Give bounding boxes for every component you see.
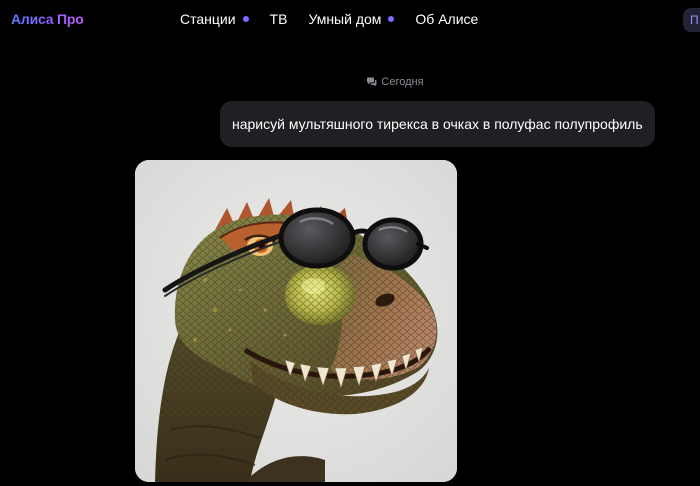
chat-bubble-icon: [367, 77, 377, 87]
nav-item-label: Об Алисе: [415, 11, 479, 27]
chat-page: Алиса Про Станции ТВ Умный дом Об Алисе …: [0, 0, 700, 486]
new-indicator-dot: [388, 16, 395, 22]
logo[interactable]: Алиса Про: [11, 11, 84, 27]
nav-item-label: ТВ: [269, 11, 288, 27]
nav-item-stations[interactable]: Станции: [180, 11, 249, 27]
date-label: Сегодня: [381, 76, 424, 88]
header-action-button[interactable]: П: [683, 8, 700, 32]
new-indicator-dot: [242, 16, 249, 22]
nav-item-label: Умный дом: [308, 11, 382, 27]
nav-item-label: Станции: [180, 11, 236, 27]
nav-item-tv[interactable]: ТВ: [270, 11, 288, 27]
top-nav: Станции ТВ Умный дом Об Алисе: [180, 11, 499, 27]
date-separator: Сегодня: [0, 76, 700, 88]
user-message-bubble: нарисуй мультяшного тирекса в очках в по…: [220, 101, 655, 147]
nav-item-smart-home[interactable]: Умный дом: [308, 11, 395, 27]
nav-item-about-alice[interactable]: Об Алисе: [415, 11, 478, 27]
trex-illustration: [135, 160, 457, 482]
generated-image[interactable]: [135, 160, 457, 482]
